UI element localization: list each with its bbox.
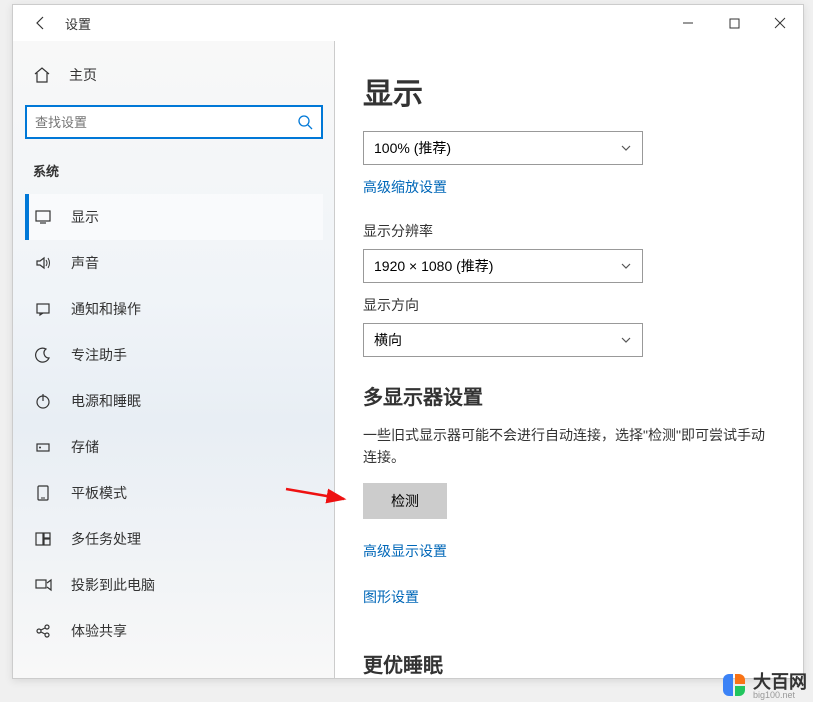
watermark-url: big100.net [753,691,807,700]
close-button[interactable] [757,7,803,39]
better-sleep-heading: 更优睡眠 [363,649,775,678]
search-input[interactable] [35,115,297,130]
multi-display-heading: 多显示器设置 [363,381,775,410]
sidebar-item-label: 通知和操作 [71,299,141,319]
minimize-icon [682,17,694,29]
sidebar-item-label: 专注助手 [71,345,127,365]
orientation-label: 显示方向 [363,295,775,315]
window-controls [665,7,803,39]
sidebar-item-label: 存储 [71,437,99,457]
sidebar-item-sound[interactable]: 声音 [25,240,323,286]
minimize-button[interactable] [665,7,711,39]
window-title: 设置 [65,14,91,33]
chevron-down-icon [620,260,632,272]
sidebar-item-shared[interactable]: 体验共享 [25,608,323,654]
page-title: 显示 [363,69,775,113]
tablet-icon [33,483,53,503]
graphics-settings-link[interactable]: 图形设置 [363,587,419,607]
watermark-name: 大百网 [753,673,807,691]
chevron-down-icon [620,142,632,154]
section-label: 系统 [25,161,323,180]
advanced-display-link[interactable]: 高级显示设置 [363,541,447,561]
resolution-value: 1920 × 1080 (推荐) [374,256,493,276]
sidebar-item-focus[interactable]: 专注助手 [25,332,323,378]
sidebar-item-tablet[interactable]: 平板模式 [25,470,323,516]
back-button[interactable] [29,11,53,35]
storage-icon [33,437,53,457]
scale-value: 100% (推荐) [374,138,451,158]
orientation-dropdown[interactable]: 横向 [363,323,643,357]
sidebar-item-label: 声音 [71,253,99,273]
sidebar-item-display[interactable]: 显示 [25,194,323,240]
titlebar: 设置 [13,5,803,41]
watermark: 大百网 big100.net [721,672,807,700]
notification-icon [33,299,53,319]
maximize-icon [729,18,740,29]
speaker-icon [33,253,53,273]
home-label: 主页 [69,65,97,85]
sidebar-item-label: 电源和睡眠 [71,391,141,411]
home-icon [33,66,53,84]
search-icon [297,114,313,130]
sidebar-item-multitask[interactable]: 多任务处理 [25,516,323,562]
orientation-value: 横向 [374,330,402,350]
sidebar-item-projecting[interactable]: 投影到此电脑 [25,562,323,608]
share-icon [33,621,53,641]
monitor-icon [33,207,53,227]
resolution-label: 显示分辨率 [363,221,775,241]
resolution-dropdown[interactable]: 1920 × 1080 (推荐) [363,249,643,283]
detect-button[interactable]: 检测 [363,483,447,519]
arrow-left-icon [33,15,49,31]
scale-dropdown[interactable]: 100% (推荐) [363,131,643,165]
watermark-logo-icon [721,672,749,700]
window-body: 主页 系统 显示 声音 通知和操作 专注助手 [13,41,803,678]
advanced-scaling-link[interactable]: 高级缩放设置 [363,177,447,197]
chevron-down-icon [620,334,632,346]
sidebar-item-storage[interactable]: 存储 [25,424,323,470]
sidebar-item-label: 投影到此电脑 [71,575,155,595]
project-icon [33,575,53,595]
sidebar: 主页 系统 显示 声音 通知和操作 专注助手 [13,41,335,678]
multi-display-desc: 一些旧式显示器可能不会进行自动连接，选择"检测"即可尝试手动连接。 [363,424,775,469]
sidebar-item-notifications[interactable]: 通知和操作 [25,286,323,332]
power-icon [33,391,53,411]
multitask-icon [33,529,53,549]
moon-icon [33,345,53,365]
sidebar-item-label: 平板模式 [71,483,127,503]
sidebar-item-label: 体验共享 [71,621,127,641]
sidebar-item-power[interactable]: 电源和睡眠 [25,378,323,424]
close-icon [774,17,786,29]
maximize-button[interactable] [711,7,757,39]
sidebar-item-label: 多任务处理 [71,529,141,549]
settings-window: 设置 主页 系统 显示 声音 [12,4,804,679]
sidebar-item-label: 显示 [71,207,99,227]
search-box[interactable] [25,105,323,139]
home-link[interactable]: 主页 [25,57,323,93]
content-area: 显示 100% (推荐) 高级缩放设置 显示分辨率 1920 × 1080 (推… [335,41,803,678]
